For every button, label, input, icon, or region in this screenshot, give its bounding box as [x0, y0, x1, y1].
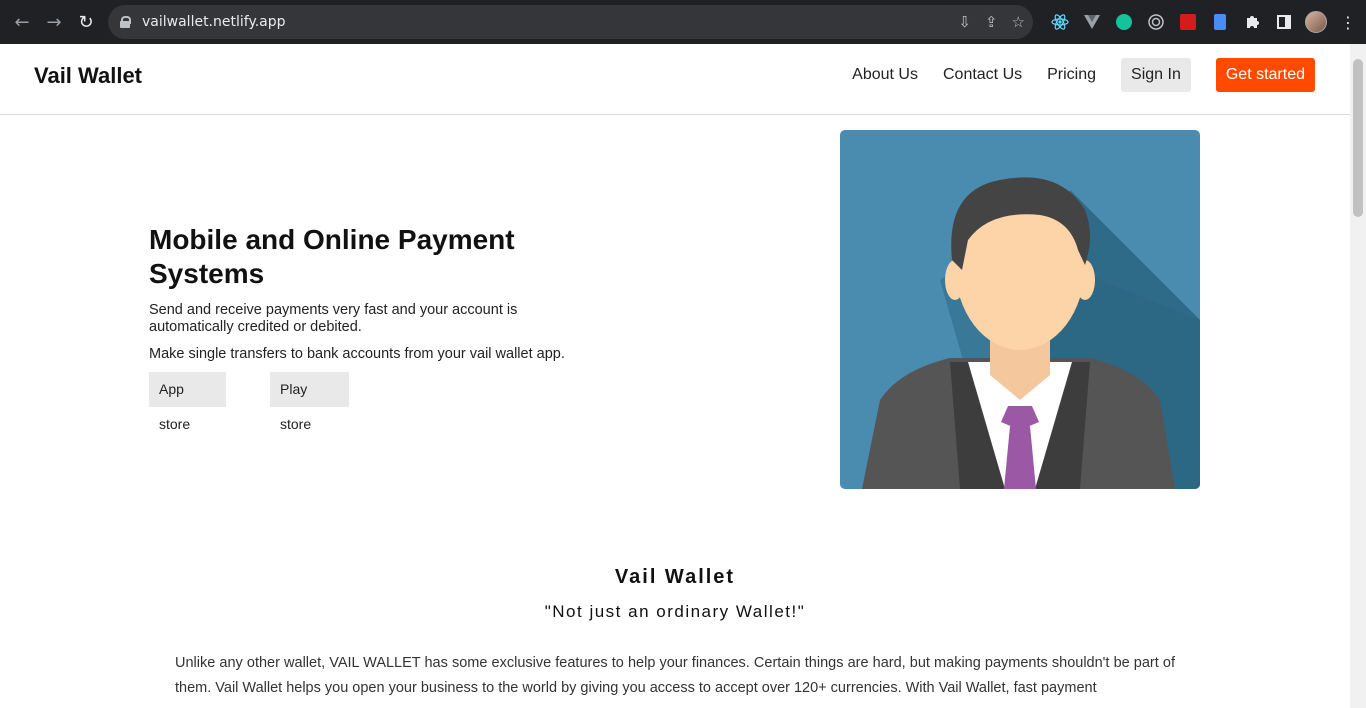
extensions-bar: ⋮ [1044, 10, 1364, 34]
scrollbar-thumb[interactable] [1353, 59, 1363, 217]
menu-icon[interactable]: ⋮ [1332, 10, 1364, 34]
nav-about-us[interactable]: About Us [852, 58, 918, 92]
hero-description: Send and receive payments very fast and … [149, 302, 518, 335]
address-bar[interactable]: vailwallet.netlify.app ⇩ ⇪ ☆ [108, 5, 1033, 39]
pdf-icon[interactable] [1172, 10, 1204, 34]
get-started-button[interactable]: Get started [1215, 58, 1315, 92]
hero-title: Mobile and Online Payment Systems [149, 224, 515, 289]
browser-toolbar: ← → ↻ vailwallet.netlify.app ⇩ ⇪ ☆ ⋮ [0, 0, 1366, 44]
forward-arrow-icon[interactable]: → [38, 6, 70, 38]
vue-icon[interactable] [1076, 10, 1108, 34]
install-icon[interactable]: ⇩ [958, 13, 971, 31]
businessman-illustration [840, 130, 1200, 489]
back-arrow-icon[interactable]: ← [6, 6, 38, 38]
brand-logo[interactable]: Vail Wallet [34, 63, 142, 89]
nav-links: About Us Contact Us Pricing Sign In Get … [852, 58, 1315, 92]
page-scrollbar[interactable] [1350, 44, 1366, 708]
site-header: Vail Wallet About Us Contact Us Pricing … [0, 44, 1350, 115]
profile-avatar[interactable] [1300, 10, 1332, 34]
sidepanel-icon[interactable] [1268, 10, 1300, 34]
app-store-button[interactable]: App store [149, 372, 226, 432]
grammarly-icon[interactable] [1108, 10, 1140, 34]
section-subtitle: "Not just an ordinary Wallet!" [544, 602, 806, 621]
react-icon[interactable] [1044, 10, 1076, 34]
share-icon[interactable]: ⇪ [985, 13, 998, 31]
nav-pricing[interactable]: Pricing [1047, 58, 1096, 92]
target-icon[interactable] [1140, 10, 1172, 34]
doc-icon[interactable] [1204, 10, 1236, 34]
nav-contact-us[interactable]: Contact Us [943, 58, 1022, 92]
hero-description-2: Make single transfers to bank accounts f… [149, 346, 565, 362]
section-body: Unlike any other wallet, VAIL WALLET has… [175, 655, 1175, 696]
puzzle-icon[interactable] [1236, 10, 1268, 34]
url-text[interactable]: vailwallet.netlify.app [142, 14, 286, 30]
webpage: Vail Wallet About Us Contact Us Pricing … [0, 44, 1350, 708]
play-store-button[interactable]: Play store [270, 372, 349, 432]
reload-icon[interactable]: ↻ [70, 6, 102, 38]
sign-in-button[interactable]: Sign In [1121, 58, 1191, 92]
lock-icon[interactable] [120, 16, 131, 28]
section-title: Vail Wallet [614, 566, 736, 588]
bookmark-star-icon[interactable]: ☆ [1012, 13, 1025, 31]
